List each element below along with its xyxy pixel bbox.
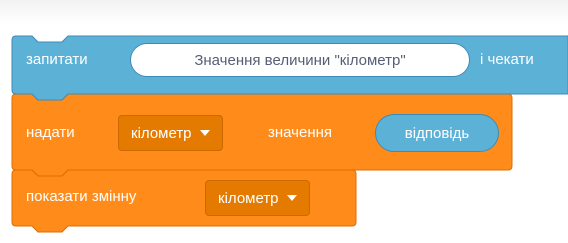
ask-label: запитати <box>26 51 88 68</box>
show-variable-dropdown[interactable]: кілометр <box>205 180 310 216</box>
set-label: надати <box>26 124 75 141</box>
show-variable-label: показати змінну <box>26 188 137 205</box>
answer-reporter[interactable]: відповідь <box>375 114 499 152</box>
variable-dropdown-value: кілометр <box>131 124 192 142</box>
ask-question-input[interactable]: Значення величини "кілометр" <box>130 43 470 77</box>
wait-label: і чекати <box>480 51 534 68</box>
value-label: значення <box>268 124 333 141</box>
show-variable-dropdown-value: кілометр <box>218 189 279 207</box>
variable-dropdown[interactable]: кілометр <box>118 115 223 151</box>
chevron-down-icon <box>286 195 297 201</box>
chevron-down-icon <box>199 130 210 136</box>
